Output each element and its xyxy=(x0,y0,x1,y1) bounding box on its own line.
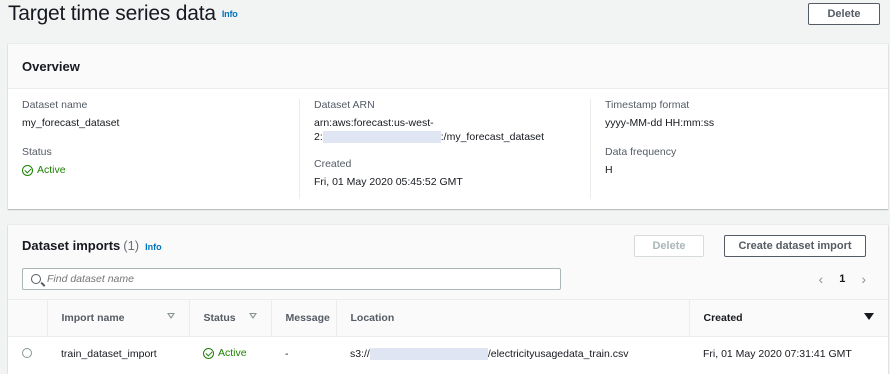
column-header-label: Created xyxy=(703,311,743,324)
sort-icon[interactable] xyxy=(166,313,175,319)
overview-column-2: Dataset ARN arn:aws:forecast:us-west- 2:… xyxy=(314,99,589,205)
imports-table: Import name Status Message Location Crea… xyxy=(8,300,888,372)
data-frequency-value: H xyxy=(605,164,613,176)
column-header-status[interactable]: Status xyxy=(188,300,271,337)
overview-column-1: Dataset name my_forecast_dataset Status … xyxy=(22,99,302,193)
imports-title-text: Dataset imports xyxy=(22,238,121,253)
column-divider xyxy=(299,99,300,199)
column-header-message: Message xyxy=(270,300,336,337)
overview-column-3: Timestamp format yyyy-MM-dd HH:mm:ss Dat… xyxy=(605,99,875,193)
import-name-cell: train_dataset_import xyxy=(61,348,157,361)
arn-line-2: 2: :/my_forecast_dataset xyxy=(314,130,589,144)
select-column-header xyxy=(8,300,47,337)
arn-line-1: arn:aws:forecast:us-west- xyxy=(314,117,434,129)
page-title: Target time series data Info xyxy=(8,2,238,26)
overview-panel: Overview Dataset name my_forecast_datase… xyxy=(8,44,888,209)
status-text: Active xyxy=(218,347,247,359)
dataset-name-value: my_forecast_dataset xyxy=(22,117,120,129)
data-frequency-label: Data frequency xyxy=(605,146,677,158)
column-header-import-name[interactable]: Import name xyxy=(46,300,189,337)
status-value: Active xyxy=(22,163,66,177)
current-page[interactable]: 1 xyxy=(839,273,845,285)
check-circle-icon xyxy=(203,347,214,359)
check-circle-icon xyxy=(22,164,33,176)
create-dataset-import-button[interactable]: Create dataset import xyxy=(724,235,866,257)
column-header-created[interactable]: Created xyxy=(688,300,888,337)
search-input[interactable] xyxy=(47,273,527,285)
overview-title: Overview xyxy=(22,58,80,74)
column-header-location: Location xyxy=(335,300,689,337)
created-cell: Fri, 01 May 2020 07:31:41 GMT xyxy=(703,348,852,361)
arn-label: Dataset ARN xyxy=(314,99,375,111)
location-prefix: s3:// xyxy=(350,348,370,361)
status-text: Active xyxy=(37,164,66,176)
timestamp-format-label: Timestamp format xyxy=(605,99,690,111)
imports-count: (1) xyxy=(123,238,140,253)
imports-title: Dataset imports (1) Info xyxy=(22,238,162,253)
location-suffix: /electricityusagedata_train.csv xyxy=(487,348,629,361)
timestamp-format-value: yyyy-MM-dd HH:mm:ss xyxy=(605,117,715,129)
arn-prefix: 2: xyxy=(314,131,323,143)
column-header-label: Message xyxy=(285,311,330,324)
delete-dataset-button[interactable]: Delete xyxy=(808,3,880,25)
created-label: Created xyxy=(314,158,352,170)
search-field[interactable] xyxy=(22,268,561,290)
created-value: Fri, 01 May 2020 05:45:52 GMT xyxy=(314,176,463,188)
imports-info-link[interactable]: Info xyxy=(145,242,162,252)
status-active: Active xyxy=(203,347,247,359)
dataset-imports-panel: Dataset imports (1) Info Delete Create dat… xyxy=(8,225,888,374)
redacted-bucket-name xyxy=(369,348,488,361)
status-label: Status xyxy=(22,146,52,158)
next-page-icon[interactable]: › xyxy=(861,271,866,287)
redacted-account-id xyxy=(322,131,441,144)
page-title-text: Target time series data xyxy=(8,2,216,25)
imports-header: Dataset imports (1) Info Delete Create dat… xyxy=(8,225,888,300)
message-cell: - xyxy=(285,348,289,361)
location-cell: s3:// /electricityusagedata_train.csv xyxy=(336,336,689,372)
column-header-label: Location xyxy=(350,311,395,324)
sort-icon[interactable] xyxy=(248,313,257,319)
status-cell: Active xyxy=(189,336,271,372)
column-header-label: Import name xyxy=(61,311,125,324)
pagination: ‹ 1 › xyxy=(819,271,866,287)
column-header-label: Status xyxy=(203,311,236,324)
arn-value: arn:aws:forecast:us-west- 2: :/my_forecas… xyxy=(314,116,589,144)
previous-page-icon[interactable]: ‹ xyxy=(819,271,824,287)
info-link[interactable]: Info xyxy=(222,9,238,19)
overview-header: Overview xyxy=(8,44,888,89)
arn-suffix: :/my_forecast_dataset xyxy=(440,131,545,143)
table-header-row: Import name Status Message Location Crea… xyxy=(8,300,888,337)
column-divider xyxy=(590,99,591,199)
delete-import-button[interactable]: Delete xyxy=(634,235,704,257)
table-row[interactable]: train_dataset_import Active - s3:// /elec… xyxy=(8,336,888,372)
search-icon xyxy=(31,274,41,284)
sort-descending-icon[interactable] xyxy=(864,313,874,320)
row-radio[interactable] xyxy=(22,347,32,358)
row-select-cell[interactable] xyxy=(8,336,47,372)
dataset-name-label: Dataset name xyxy=(22,99,88,111)
